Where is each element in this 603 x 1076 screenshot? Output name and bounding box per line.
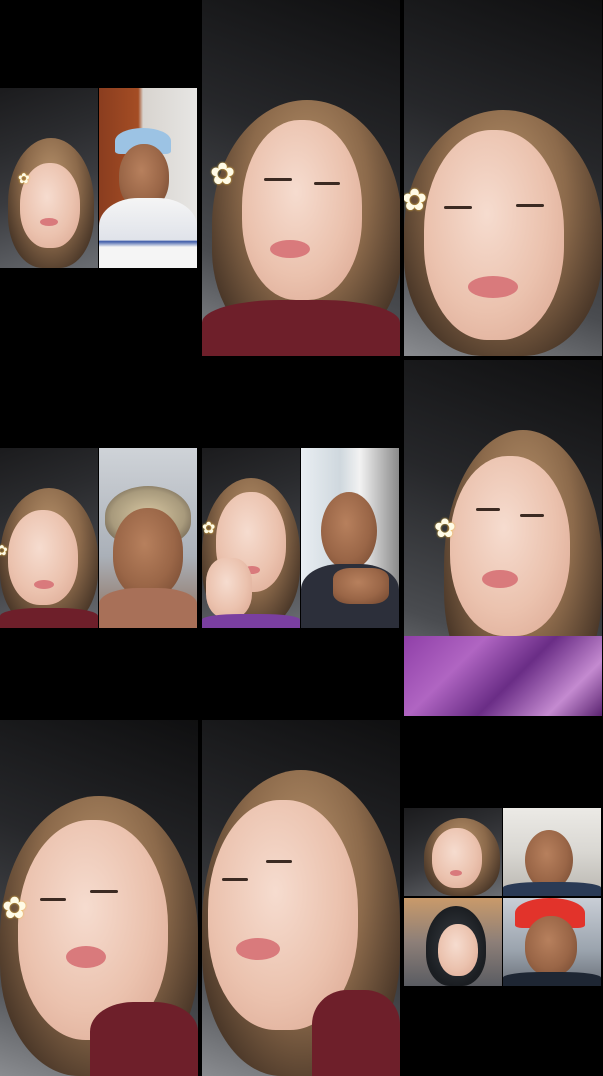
video-tile-5[interactable]: ✿ (202, 360, 400, 716)
video-tile-8[interactable] (202, 720, 400, 1076)
plumeria-flower-icon: ✿ (18, 171, 30, 187)
video-tile-6[interactable]: ✿ (404, 360, 602, 716)
video-frame-bottom-right (503, 898, 601, 986)
video-grid: ✿ ✿ ✿ ✿ ✿ ✿ ✿ (0, 0, 603, 1076)
video-frame (202, 720, 400, 1076)
video-frame: ✿ (404, 360, 602, 716)
video-frame-left: ✿ (0, 88, 98, 268)
video-frame-left: ✿ (0, 448, 98, 628)
video-frame: ✿ (404, 0, 602, 356)
video-frame-top-right (503, 808, 601, 896)
video-frame: ✿ (202, 0, 400, 356)
video-tile-2[interactable]: ✿ (202, 0, 400, 356)
video-frame-right (301, 448, 399, 628)
video-tile-1[interactable]: ✿ (0, 0, 198, 356)
video-frame-right (99, 88, 197, 268)
video-tile-4[interactable]: ✿ (0, 360, 198, 716)
plumeria-flower-icon: ✿ (404, 183, 428, 218)
video-frame-left: ✿ (202, 448, 300, 628)
plumeria-flower-icon: ✿ (210, 157, 236, 192)
plumeria-flower-icon: ✿ (202, 518, 216, 537)
plumeria-flower-icon: ✿ (2, 891, 28, 926)
video-frame-top-left (404, 808, 502, 896)
video-frame-right (99, 448, 197, 628)
video-tile-3[interactable]: ✿ (404, 0, 602, 356)
video-tile-7[interactable]: ✿ (0, 720, 198, 1076)
plumeria-flower-icon: ✿ (0, 543, 8, 559)
video-tile-9[interactable] (404, 720, 602, 1076)
plumeria-flower-icon: ✿ (434, 514, 456, 544)
video-frame-bottom-left (404, 898, 502, 986)
video-frame: ✿ (0, 720, 198, 1076)
